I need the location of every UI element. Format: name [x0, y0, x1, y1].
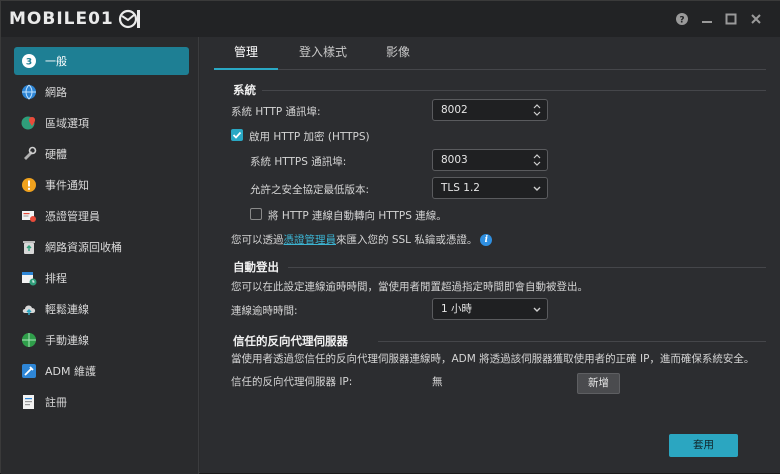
ssl-note-prefix: 您可以透過 — [231, 234, 284, 246]
main-panel: 管理 登入樣式 影像 系統 系統 HTTP 通訊埠: 8002 啟用 HTTP … — [200, 37, 780, 473]
minimize-icon[interactable] — [700, 12, 714, 26]
help-icon[interactable]: ? — [675, 12, 689, 26]
certificate-icon — [20, 207, 38, 225]
https-port-value: 8003 — [441, 154, 468, 166]
tls-version-label: 允許之安全協定最低版本: — [250, 184, 370, 196]
sidebar-item-label: 輕鬆連線 — [45, 303, 89, 316]
certificate-manager-link[interactable]: 憑證管理員 — [284, 234, 337, 246]
sidebar-item-label: 手動連線 — [45, 334, 89, 347]
svg-text:3: 3 — [26, 58, 32, 68]
add-proxy-button[interactable]: 新增 — [577, 373, 620, 394]
proxy-description: 當使用者透過您信任的反向代理伺服器連線時，ADM 將透過該伺服器獲取使用者的正確… — [231, 353, 755, 365]
sidebar-item-label: 排程 — [45, 272, 67, 285]
chevron-down-icon — [533, 186, 541, 191]
close-icon[interactable] — [749, 12, 763, 26]
cloud-connect-icon — [20, 300, 38, 318]
sidebar-item-register[interactable]: 註冊 — [14, 388, 189, 416]
hardware-icon — [20, 145, 38, 163]
redirect-https-label: 將 HTTP 連線自動轉向 HTTPS 連線。 — [268, 210, 447, 222]
sidebar-item-network[interactable]: 網路 — [14, 78, 189, 106]
proxy-ip-label: 信任的反向代理伺服器 IP: — [231, 376, 353, 388]
sidebar-item-certificate[interactable]: 憑證管理員 — [14, 202, 189, 230]
sidebar: 3 一般 網路 區域選項 硬體 事件通知 憑證管理員 網路資源回收桶 排程 輕鬆… — [1, 37, 199, 474]
region-icon — [20, 114, 38, 132]
autologout-section-title: 自動登出 — [233, 260, 279, 274]
http-port-label: 系統 HTTP 通訊埠: — [231, 106, 321, 118]
stepper-icon[interactable] — [533, 102, 541, 118]
checkmark-icon — [232, 131, 242, 139]
tab-management[interactable]: 管理 — [214, 37, 278, 70]
autologout-description: 您可以在此設定連線逾時時間，當使用者閒置超過指定時間即會自動被登出。 — [231, 281, 588, 293]
sidebar-item-recycle-bin[interactable]: 網路資源回收桶 — [14, 233, 189, 261]
sidebar-item-adm-maintenance[interactable]: ADM 維護 — [14, 357, 189, 385]
sidebar-item-schedule[interactable]: 排程 — [14, 264, 189, 292]
stepper-icon[interactable] — [533, 152, 541, 168]
system-section-title: 系統 — [233, 83, 256, 97]
sidebar-item-general[interactable]: 3 一般 — [14, 47, 189, 75]
general-icon: 3 — [20, 52, 38, 70]
sidebar-item-manual-connect[interactable]: 手動連線 — [14, 326, 189, 354]
sidebar-item-label: 事件通知 — [45, 179, 89, 192]
sidebar-item-cloud-connect[interactable]: 輕鬆連線 — [14, 295, 189, 323]
sidebar-item-label: 硬體 — [45, 148, 67, 161]
timeout-select[interactable]: 1 小時 — [432, 298, 548, 320]
sidebar-item-hardware[interactable]: 硬體 — [14, 140, 189, 168]
settings-window: MOBILE01 ? 3 一般 網路 區域選項 硬體 事件通知 憑證管理員 網路… — [0, 0, 780, 474]
sidebar-item-region[interactable]: 區域選項 — [14, 109, 189, 137]
schedule-icon — [20, 269, 38, 287]
proxy-ip-value: 無 — [432, 376, 443, 388]
tls-version-value: TLS 1.2 — [441, 182, 480, 194]
sidebar-item-label: 網路資源回收桶 — [45, 241, 122, 254]
autologout-section-divider — [288, 267, 766, 268]
https-enable-checkbox[interactable] — [231, 129, 243, 141]
ssl-note: 您可以透過憑證管理員來匯入您的 SSL 私鑰或憑證。 i — [231, 232, 493, 247]
maintenance-icon — [20, 362, 38, 380]
recycle-bin-icon — [20, 238, 38, 256]
sidebar-item-label: 憑證管理員 — [45, 210, 100, 223]
sidebar-item-notification[interactable]: 事件通知 — [14, 171, 189, 199]
redirect-https-checkbox[interactable] — [250, 208, 262, 220]
https-port-input[interactable]: 8003 — [432, 149, 548, 171]
proxy-section-divider — [378, 341, 766, 342]
http-port-input[interactable]: 8002 — [432, 99, 548, 121]
tab-image[interactable]: 影像 — [372, 37, 424, 70]
title-bar: MOBILE01 ? — [1, 1, 780, 37]
globe-icon — [20, 83, 38, 101]
register-icon — [20, 393, 38, 411]
https-enable-label: 啟用 HTTP 加密 (HTTPS) — [249, 131, 370, 143]
https-port-label: 系統 HTTPS 通訊埠: — [250, 156, 347, 168]
info-icon[interactable]: i — [480, 234, 493, 246]
brand-mark-icon — [118, 9, 140, 29]
system-section-divider — [262, 90, 766, 91]
sidebar-item-label: 一般 — [45, 55, 67, 68]
sidebar-item-label: ADM 維護 — [45, 365, 96, 378]
proxy-section-title: 信任的反向代理伺服器 — [233, 334, 348, 348]
tls-version-select[interactable]: TLS 1.2 — [432, 177, 548, 199]
sidebar-item-label: 網路 — [45, 86, 67, 99]
sidebar-item-label: 註冊 — [45, 396, 67, 409]
tab-bar: 管理 登入樣式 影像 — [214, 37, 766, 70]
sidebar-item-label: 區域選項 — [45, 117, 89, 130]
alert-icon — [20, 176, 38, 194]
http-port-value: 8002 — [441, 104, 468, 116]
svg-text:?: ? — [679, 16, 684, 26]
apply-button[interactable]: 套用 — [669, 434, 738, 457]
chevron-down-icon — [533, 307, 541, 312]
timeout-value: 1 小時 — [441, 303, 473, 315]
ssl-note-suffix: 來匯入您的 SSL 私鑰或憑證。 — [336, 234, 478, 246]
brand-name: MOBILE01 — [9, 9, 114, 29]
brand-logo: MOBILE01 — [9, 7, 142, 31]
tab-login-style[interactable]: 登入樣式 — [286, 37, 360, 70]
manual-connect-icon — [20, 331, 38, 349]
timeout-label: 連線逾時時間: — [231, 305, 298, 317]
maximize-icon[interactable] — [724, 12, 738, 26]
